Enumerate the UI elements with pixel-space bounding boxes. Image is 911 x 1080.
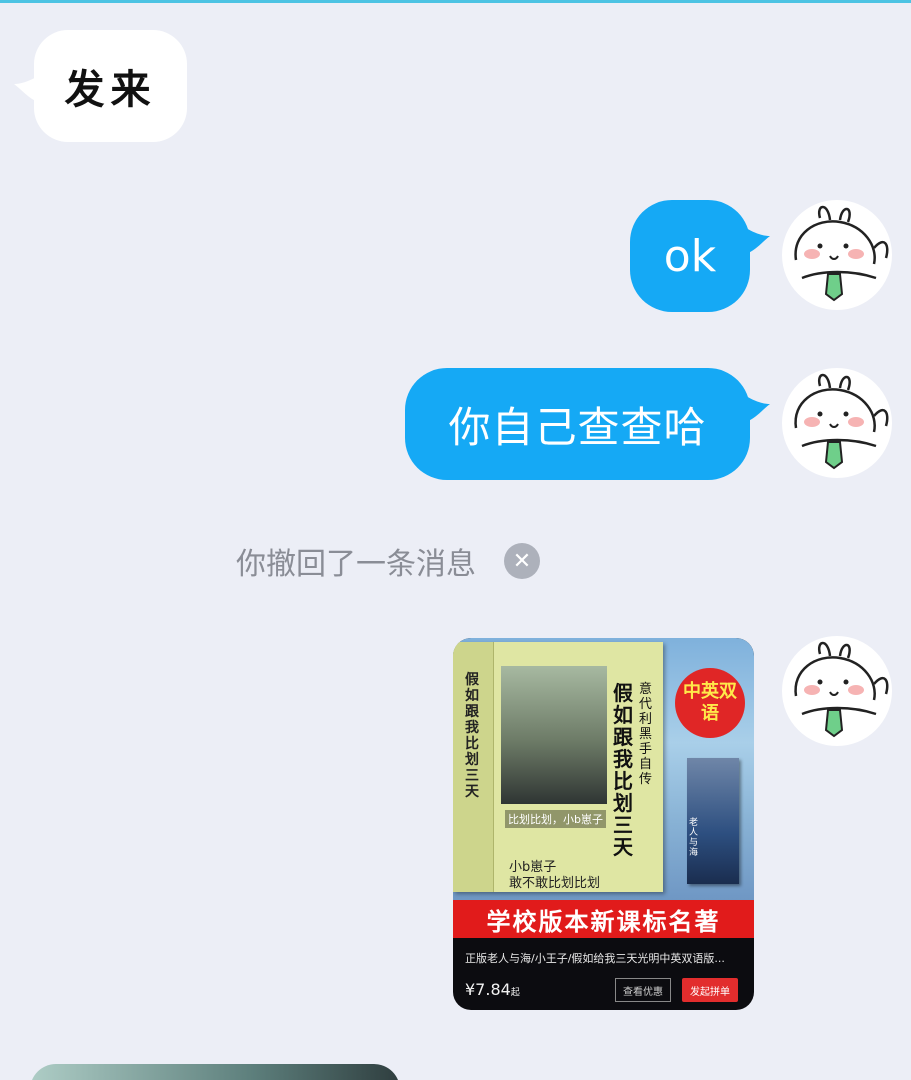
incoming-message-text: 发来 xyxy=(64,66,157,113)
incoming-message-bubble[interactable]: 发来 xyxy=(14,30,187,142)
rabbit-avatar-icon xyxy=(794,373,889,470)
bubble-tail-icon xyxy=(746,228,770,254)
shared-image-message[interactable]: 假如跟我比划三天 比划比划，小b崽子 假如跟我比划三天 意代利黑手自传 小b崽子… xyxy=(453,638,754,1010)
group-buy-button: 发起拼单 xyxy=(682,978,738,1002)
book-spine: 假如跟我比划三天 xyxy=(453,642,494,892)
close-icon[interactable]: ✕ xyxy=(504,543,540,579)
bubble-tail-icon xyxy=(14,76,38,102)
recall-notice-text: 你撤回了一条消息 xyxy=(236,547,476,582)
user-avatar[interactable] xyxy=(782,636,892,746)
user-avatar[interactable] xyxy=(782,200,892,310)
outgoing-message-text: ok xyxy=(663,230,717,282)
rabbit-avatar-icon xyxy=(794,641,889,738)
book-slogan-2: 敢不敢比划比划 xyxy=(509,876,601,891)
second-book-cover: 老人与海 xyxy=(687,758,739,884)
price-value: ¥7.84 xyxy=(465,980,511,999)
product-title: 正版老人与海/小王子/假如给我三天光明中英双语版... xyxy=(465,952,725,965)
recall-notice: 你撤回了一条消息 ✕ xyxy=(236,538,540,584)
price-suffix: 起 xyxy=(510,988,520,998)
outgoing-message-bubble-check[interactable]: 你自己查查哈 xyxy=(405,368,770,480)
next-image-message-partial[interactable] xyxy=(30,1064,400,1080)
rabbit-avatar-icon xyxy=(794,205,889,302)
outgoing-message-text: 你自己查查哈 xyxy=(448,402,707,452)
promo-banner: 学校版本新课标名著 xyxy=(453,900,754,938)
photo-caption: 比划比划，小b崽子 xyxy=(505,810,606,828)
product-price: ¥7.84起 xyxy=(465,980,520,999)
book-cover: 假如跟我比划三天 比划比划，小b崽子 假如跟我比划三天 意代利黑手自传 小b崽子… xyxy=(453,642,663,892)
product-image: 假如跟我比划三天 比划比划，小b崽子 假如跟我比划三天 意代利黑手自传 小b崽子… xyxy=(453,638,754,900)
book-subtitle: 意代利黑手自传 xyxy=(639,682,653,787)
bubble-tail-icon xyxy=(746,396,770,422)
spine-title: 假如跟我比划三天 xyxy=(465,672,479,800)
chat-screen: 发来 ok 你自己查查哈 你撤回了一条消息 ✕ 假如跟我比划三天 比划比划，小b… xyxy=(0,0,911,1080)
second-book-title: 老人与海 xyxy=(689,818,699,858)
book-title: 假如跟我比划三天 xyxy=(613,681,633,859)
bilingual-badge: 中英双语 xyxy=(675,668,745,738)
cover-photo xyxy=(501,666,607,804)
top-divider xyxy=(0,0,911,3)
user-avatar[interactable] xyxy=(782,368,892,478)
view-coupon-button: 查看优惠 xyxy=(615,978,671,1002)
outgoing-message-bubble-ok[interactable]: ok xyxy=(630,200,770,312)
